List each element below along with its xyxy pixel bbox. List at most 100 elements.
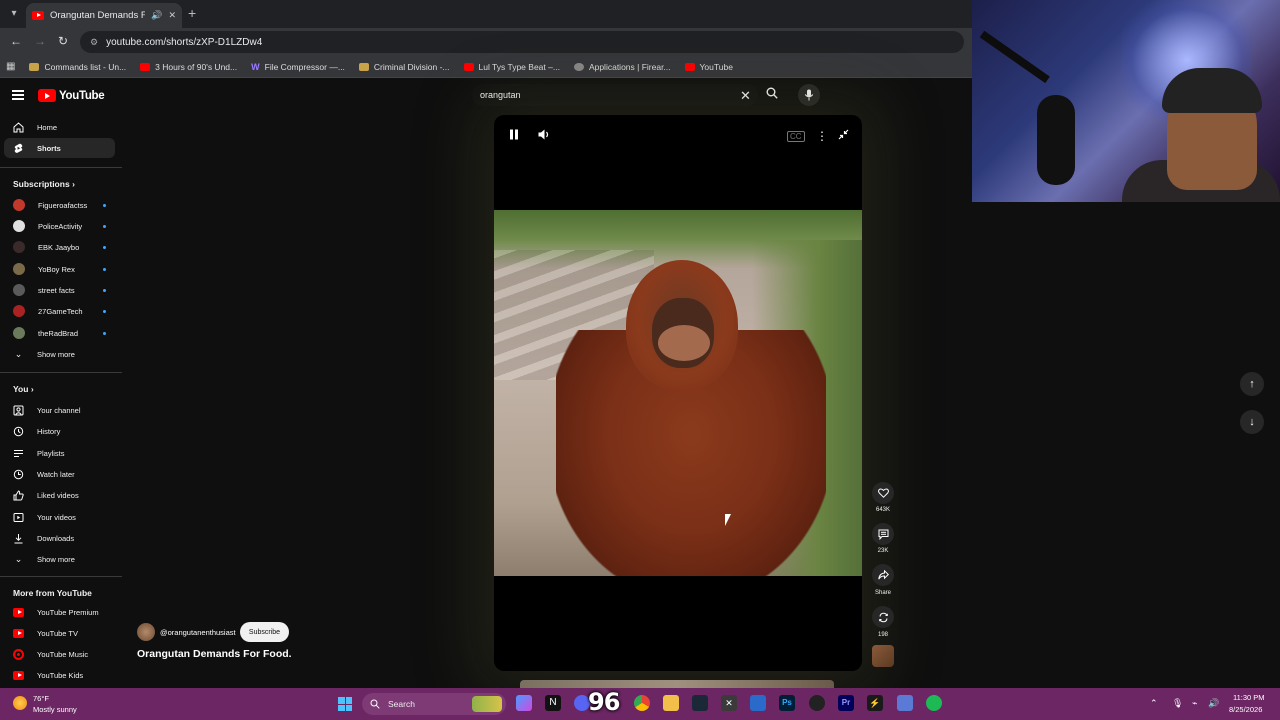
- new-tab-icon[interactable]: +: [188, 5, 196, 21]
- file-explorer-icon[interactable]: [663, 695, 679, 711]
- bookmark-item[interactable]: YouTube: [684, 61, 733, 72]
- sidebar-item-subscription[interactable]: PoliceActivity: [4, 216, 115, 236]
- forward-icon[interactable]: →: [34, 34, 46, 48]
- youtube-kids-icon: [13, 670, 24, 680]
- tray-chevron-up-icon[interactable]: ⌃: [1150, 698, 1158, 709]
- sidebar-item-playlists[interactable]: Playlists: [4, 443, 115, 463]
- fullscreen-exit-button[interactable]: [838, 129, 849, 143]
- share-button[interactable]: [872, 564, 894, 586]
- sidebar-item-home[interactable]: Home: [4, 117, 115, 137]
- sidebar-item-shorts[interactable]: Shorts: [4, 138, 115, 158]
- tray-microphone-icon[interactable]: 🎙: [1172, 698, 1183, 709]
- you-heading[interactable]: You ›: [13, 384, 34, 394]
- voice-search-button[interactable]: [798, 84, 820, 106]
- notepad-icon[interactable]: [897, 695, 913, 711]
- sidebar-item-downloads[interactable]: Downloads: [4, 528, 115, 548]
- sidebar-item-label: Shorts: [37, 143, 61, 153]
- site-info-icon[interactable]: ⚙: [90, 37, 98, 48]
- apps-grid-icon[interactable]: ▦: [6, 61, 15, 72]
- reload-icon[interactable]: ↻: [58, 34, 68, 48]
- weather-temperature[interactable]: 76°F: [33, 694, 49, 703]
- bookmark-item[interactable]: Applications | Firear...: [573, 62, 671, 72]
- folder-icon: [358, 62, 369, 71]
- sidebar-item-youtube-music[interactable]: YouTube Music: [4, 644, 115, 664]
- premiere-icon[interactable]: Pr: [838, 695, 854, 711]
- more-options-icon[interactable]: ⋮: [816, 129, 828, 143]
- search-icon[interactable]: [766, 87, 778, 99]
- channel-handle[interactable]: @orangutanenthusiast: [160, 628, 236, 637]
- windows-start-icon[interactable]: [338, 697, 352, 711]
- browser-tab-active[interactable]: Orangutan Demands For Fo 🔊 ✕: [26, 3, 182, 28]
- sidebar-item-youtube-kids[interactable]: YouTube Kids: [4, 665, 115, 685]
- pause-button[interactable]: [509, 129, 519, 143]
- remix-button[interactable]: [872, 606, 894, 628]
- sidebar-item-liked-videos[interactable]: Liked videos: [4, 485, 115, 505]
- sidebar-item-youtube-premium[interactable]: YouTube Premium: [4, 602, 115, 622]
- sidebar-item-your-channel[interactable]: Your channel: [4, 400, 115, 420]
- sidebar-item-your-videos[interactable]: Your videos: [4, 507, 115, 527]
- sidebar-item-subscription[interactable]: YoBoy Rex: [4, 259, 115, 279]
- volume-button[interactable]: [538, 129, 551, 143]
- back-icon[interactable]: ←: [10, 34, 22, 48]
- sidebar-item-history[interactable]: History: [4, 421, 115, 441]
- bookmark-item[interactable]: Criminal Division -...: [358, 62, 450, 72]
- menu-icon[interactable]: [12, 90, 24, 100]
- clock-date[interactable]: 8/25/2026: [1229, 705, 1262, 714]
- taskbar-search[interactable]: Search: [362, 693, 506, 715]
- weather-condition[interactable]: Mostly sunny: [33, 705, 77, 714]
- address-bar[interactable]: ⚙ youtube.com/shorts/zXP-D1LZDw4: [80, 31, 964, 53]
- notion-icon[interactable]: N: [545, 695, 561, 711]
- search-input[interactable]: orangutan: [472, 84, 758, 106]
- bookmark-label: YouTube: [699, 61, 733, 72]
- audio-thumbnail[interactable]: [872, 645, 894, 667]
- history-icon: [13, 426, 24, 436]
- captions-icon[interactable]: CC: [787, 131, 805, 142]
- sidebar-item-label: Playlists: [37, 448, 65, 458]
- tab-search-icon[interactable]: ▾: [6, 6, 22, 22]
- previous-short-button[interactable]: ↑: [1240, 372, 1264, 396]
- clock-time[interactable]: 11:30 PM: [1233, 693, 1265, 702]
- copilot-icon[interactable]: [516, 695, 532, 711]
- chevron-right-icon: ›: [30, 384, 34, 394]
- comments-button[interactable]: [872, 523, 894, 545]
- bookmark-item[interactable]: Lul Tys Type Beat –...: [463, 62, 560, 72]
- tray-network-icon[interactable]: ⌁: [1192, 698, 1197, 709]
- bookmark-item[interactable]: Commands list - Un...: [29, 62, 126, 72]
- like-button[interactable]: [872, 482, 894, 504]
- photoshop-icon[interactable]: Ps: [779, 695, 795, 711]
- shorts-player[interactable]: CC ⋮: [494, 115, 862, 671]
- show-more-subscriptions[interactable]: ⌄ Show more: [4, 344, 115, 364]
- shorts-icon: [14, 143, 23, 153]
- xbox-icon[interactable]: ✕: [721, 695, 737, 711]
- steam-icon[interactable]: [692, 695, 708, 711]
- sidebar-item-label: YouTube Premium: [37, 607, 99, 617]
- bookmark-item[interactable]: W File Compressor —...: [251, 62, 345, 72]
- sidebar-item-subscription[interactable]: theRadBrad: [4, 323, 115, 343]
- tab-close-icon[interactable]: ✕: [168, 10, 176, 21]
- short-video-frame[interactable]: [494, 210, 862, 576]
- sidebar-item-label: 27GameTech: [38, 306, 83, 316]
- photos-icon[interactable]: [750, 695, 766, 711]
- obs-icon[interactable]: [809, 695, 825, 711]
- subscriptions-heading[interactable]: Subscriptions ›: [13, 179, 75, 189]
- subscribe-button[interactable]: Subscribe: [240, 622, 289, 642]
- sidebar-item-youtube-tv[interactable]: YouTube TV: [4, 623, 115, 643]
- sidebar-item-subscription[interactable]: EBK Jaaybo: [4, 237, 115, 257]
- sidebar-item-subscription[interactable]: 27GameTech: [4, 301, 115, 321]
- next-short-button[interactable]: ↓: [1240, 410, 1264, 434]
- chrome-icon[interactable]: [634, 695, 650, 711]
- sidebar-item-subscription[interactable]: Figueroafactss: [4, 195, 115, 215]
- app-icon[interactable]: ⚡: [867, 695, 883, 711]
- channel-avatar[interactable]: [137, 623, 155, 641]
- youtube-logo[interactable]: YouTube: [38, 89, 105, 102]
- youtube-favicon-icon: [684, 62, 695, 71]
- sidebar-item-subscription[interactable]: street facts: [4, 280, 115, 300]
- bookmark-item[interactable]: 3 Hours of 90's Und...: [140, 62, 237, 72]
- tray-volume-icon[interactable]: 🔊: [1208, 698, 1219, 709]
- weather-sun-icon[interactable]: [13, 696, 27, 710]
- clear-search-icon[interactable]: ✕: [740, 88, 751, 104]
- tab-audio-icon[interactable]: 🔊: [151, 10, 162, 21]
- show-more-you[interactable]: ⌄ Show more: [4, 549, 115, 569]
- spotify-icon[interactable]: [926, 695, 942, 711]
- sidebar-item-watch-later[interactable]: Watch later: [4, 464, 115, 484]
